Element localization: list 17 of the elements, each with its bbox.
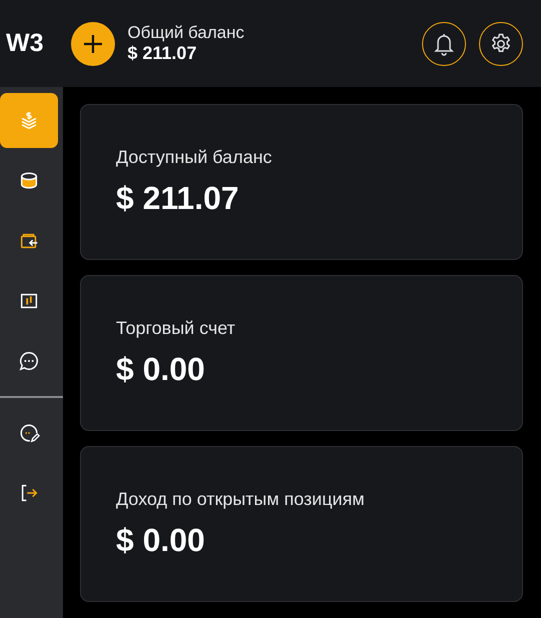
card-label: Доступный баланс [116,147,273,168]
chat-edit-icon [18,422,40,444]
add-button[interactable] [70,22,114,66]
database-icon [18,170,40,192]
bell-icon [433,32,455,56]
card-value: $ 0.00 [116,522,206,559]
balance-value: $ 211.07 [128,43,198,64]
card-label: Торговый счет [116,318,236,339]
card-value: $ 211.07 [116,180,240,217]
chat-icon [18,350,40,372]
logo: W3 [6,29,44,58]
settings-button[interactable] [479,22,523,66]
card-label: Доход по открытым позициям [116,489,366,510]
plus-icon [82,32,104,54]
notifications-button[interactable] [422,22,466,66]
card-value: $ 0.00 [116,351,206,388]
balance-label: Общий баланс [128,23,244,43]
